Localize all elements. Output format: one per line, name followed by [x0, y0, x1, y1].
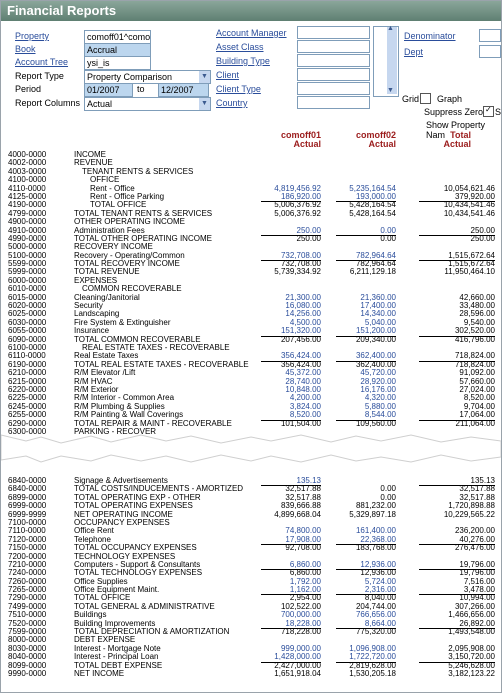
financial-reports-window: Financial Reports Property comoff01^como…: [0, 0, 502, 693]
value-comoff02: 5,329,897.18: [349, 509, 396, 519]
value-comoff01: 207,456.00: [280, 334, 321, 344]
client-type-link[interactable]: Client Type: [216, 84, 261, 94]
period-label: Period: [15, 84, 42, 94]
period-from-input[interactable]: 01/2007: [84, 83, 133, 97]
country-input[interactable]: [297, 96, 370, 109]
report-columns-select[interactable]: Actual ▼: [84, 97, 211, 111]
report-column-headers: comoff01 Actual comoff02 Actual Total Ac…: [1, 131, 501, 149]
value-comoff01: 5,739,334.92: [274, 267, 321, 277]
value-total: 416,796.00: [454, 334, 495, 344]
client-input[interactable]: [297, 68, 370, 81]
value-total: 211,064.00: [455, 418, 495, 428]
report-table-top: 4000-0000 INCOME 4002-0000 REVENUE 4003-0000…: [1, 150, 501, 436]
period-to-label: to: [137, 84, 145, 94]
value-comoff01: 250.00: [296, 233, 321, 243]
value-comoff02: 209,340.00: [355, 334, 396, 344]
value-comoff01: 718,228.00: [280, 627, 321, 637]
value-comoff02: 0.00: [380, 233, 396, 243]
chevron-down-icon: ▼: [199, 71, 210, 83]
suppress-zero-checkbox[interactable]: ✓: [483, 105, 494, 117]
dept-link[interactable]: Dept: [404, 47, 423, 57]
property-link[interactable]: Property: [15, 31, 49, 41]
value-comoff01: 1,651,918.04: [274, 668, 321, 678]
value-comoff02: 5,428,164.54: [349, 208, 396, 218]
report-columns-label: Report Columns: [15, 98, 81, 108]
client-link[interactable]: Client: [216, 70, 239, 80]
value-total: 276,476.00: [454, 543, 495, 553]
suppress-zero-label: Suppress Zero: [424, 107, 484, 117]
client-type-input[interactable]: [297, 82, 370, 95]
table-row: 4100-0000 OFFICE: [1, 175, 501, 184]
report-type-select[interactable]: Property Comparison ▼: [84, 70, 211, 84]
value-comoff01: 5,006,376.92: [274, 208, 321, 218]
dept-input[interactable]: [479, 45, 501, 58]
book-input[interactable]: Accrual: [84, 43, 151, 57]
chevron-up-icon[interactable]: ▲: [387, 25, 394, 32]
value-total: 1,493,548.00: [448, 627, 495, 637]
value-comoff02: 775,320.00: [355, 627, 396, 637]
report-columns-value: Actual: [87, 99, 113, 109]
graph-label: Graph: [437, 94, 463, 104]
account-code: 9990-0000: [8, 668, 47, 678]
account-manager-input[interactable]: [297, 26, 370, 39]
value-comoff02: 6,211,129.18: [349, 267, 396, 277]
period-to-input[interactable]: 12/2007: [158, 83, 209, 97]
value-comoff02: 109,560.00: [355, 418, 396, 428]
suppress-s-label: S: [495, 107, 502, 117]
account-manager-link[interactable]: Account Manager: [216, 28, 287, 38]
grid-checkbox[interactable]: [420, 93, 431, 104]
col-sub-comoff01: Actual: [293, 139, 321, 149]
value-total: 250.00: [470, 233, 495, 243]
table-row: 4125-0000 Rent - Office Parking 186,920.00…: [1, 192, 501, 203]
building-type-link[interactable]: Building Type: [216, 56, 270, 66]
denominator-input[interactable]: [479, 29, 501, 42]
value-comoff01: 4,899,668.04: [274, 509, 321, 519]
property-input[interactable]: comoff01^comof: [84, 30, 151, 44]
grid-label: Grid: [402, 94, 420, 104]
account-tree-input[interactable]: ysi_is: [84, 56, 151, 70]
chevron-down-icon: ▼: [199, 98, 210, 110]
value-total: 10,229,565.22: [443, 509, 495, 519]
col-sub-total: Actual: [443, 139, 471, 149]
asset-class-input[interactable]: [297, 40, 370, 53]
value-comoff01: 101,504.00: [280, 418, 321, 428]
value-total: 11,950,464.10: [444, 267, 495, 277]
value-total: 10,434,541.46: [443, 208, 495, 218]
scrollbar[interactable]: [387, 27, 397, 94]
country-link[interactable]: Country: [216, 98, 248, 108]
chevron-down-icon[interactable]: ▼: [387, 87, 394, 94]
value-comoff02: 183,768.00: [355, 543, 396, 553]
account-description: NET INCOME: [74, 668, 125, 678]
window-title: Financial Reports: [1, 1, 501, 21]
value-comoff01: 92,708.00: [285, 543, 321, 553]
table-row: 6000-0000 EXPENSES: [1, 276, 501, 285]
table-row: 4002-0000 REVENUE: [1, 158, 501, 167]
report-type-value: Property Comparison: [87, 72, 173, 82]
table-row: 4003-0000 TENANT RENTS & SERVICES: [1, 167, 501, 176]
account-tree-link[interactable]: Account Tree: [15, 57, 68, 67]
value-total: 3,182,123.22: [448, 668, 495, 678]
report-type-label: Report Type: [15, 71, 64, 81]
table-row: 4110-0000 Rent - Office 4,819,456.92 5,235,…: [1, 184, 501, 193]
table-row: 6090-0000 TOTAL COMMON RECOVERABLE 207,456…: [1, 334, 501, 344]
table-row: 9990-0000 NET INCOME 1,651,918.04 1,530,205…: [1, 668, 501, 678]
report-table-bottom: 6840-0000 Signage & Advertisements 135.13 1…: [1, 476, 501, 678]
value-comoff02: 1,530,205.18: [349, 668, 396, 678]
book-link[interactable]: Book: [15, 44, 36, 54]
torn-edge-divider: [1, 434, 501, 463]
denominator-link[interactable]: Denominator: [404, 31, 456, 41]
building-type-input[interactable]: [297, 54, 370, 67]
asset-class-link[interactable]: Asset Class: [216, 42, 264, 52]
col-sub-comoff02: Actual: [368, 139, 396, 149]
